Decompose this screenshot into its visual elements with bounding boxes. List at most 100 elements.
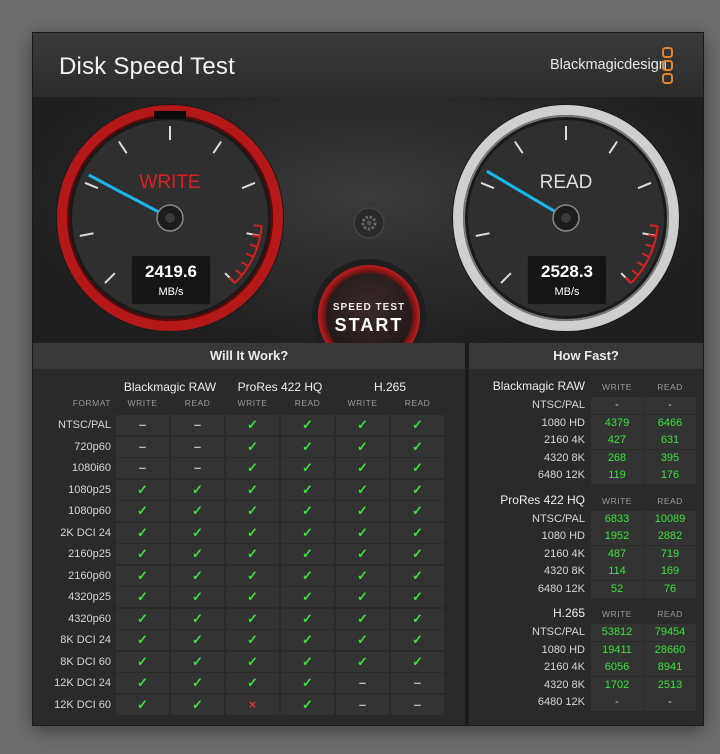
title-bar: Disk Speed Test Blackmagicdesign	[33, 33, 703, 98]
how-fast-read-value: 176	[644, 467, 696, 484]
how-fast-table: Blackmagic RAW WRITE READ NTSC/PAL - -1080 HD…	[469, 369, 703, 725]
check-icon: ✓	[226, 608, 279, 629]
check-icon: ✓	[116, 608, 169, 629]
how-fast-codec-header: H.265	[552, 606, 585, 620]
dash-icon: –	[116, 458, 169, 478]
check-icon: ✓	[281, 436, 334, 457]
codec-header: ProRes 422 HQ	[237, 380, 323, 394]
write-column-header: WRITE	[602, 382, 632, 392]
check-icon: ✓	[171, 501, 224, 521]
read-speed-unit: MB/s	[554, 286, 580, 298]
check-icon: ✓	[116, 587, 169, 607]
start-button-caption: SPEED TEST	[332, 302, 406, 313]
gauge-label: WRITE	[139, 172, 200, 193]
format-label: 1080i60	[71, 462, 111, 474]
how-fast-format-label: 6480 12K	[537, 696, 585, 708]
write-column-header: WRITE	[237, 398, 268, 408]
check-icon: ✓	[336, 436, 389, 457]
how-fast-format-label: 2160 4K	[544, 434, 585, 446]
check-icon: ✓	[281, 608, 334, 629]
read-column-header: READ	[657, 382, 683, 392]
how-fast-read-value: 6466	[644, 414, 696, 432]
how-fast-write-value: 114	[591, 563, 643, 580]
check-icon: ✓	[336, 458, 389, 478]
how-fast-format-label: NTSC/PAL	[532, 399, 585, 411]
how-fast-codec-header: ProRes 422 HQ	[500, 492, 585, 507]
gauge-panel: WRITE 2419.6 MB/s READ 2528.3 MB/s SPEED…	[33, 97, 703, 373]
will-it-work-heading: Will It Work?	[33, 343, 465, 370]
check-icon: ✓	[226, 415, 279, 435]
how-fast-read-value: 10089	[644, 510, 696, 528]
check-icon: ✓	[281, 673, 334, 693]
check-icon: ✓	[391, 479, 444, 500]
read-readout: 2528.3 MB/s	[527, 255, 607, 305]
check-icon: ✓	[281, 544, 334, 564]
format-label: 12K DCI 24	[54, 677, 111, 689]
read-column-header: READ	[404, 398, 431, 408]
check-icon: ✓	[391, 608, 444, 629]
how-fast-read-value: 631	[644, 432, 696, 449]
how-fast-read-value: 169	[644, 563, 696, 580]
format-column-header: FORMAT	[72, 398, 111, 408]
check-icon: ✓	[171, 694, 224, 715]
check-icon: ✓	[336, 587, 389, 607]
how-fast-write-value: 1952	[591, 528, 643, 545]
read-column-header: READ	[294, 398, 321, 408]
will-it-work-table: Blackmagic RAW ProRes 422 HQ H.265 FORMA…	[33, 369, 465, 725]
check-icon: ✓	[116, 694, 169, 715]
check-icon: ✓	[116, 544, 169, 564]
check-icon: ✓	[391, 436, 444, 457]
write-column-header: WRITE	[127, 398, 158, 408]
how-fast-read-value: 79454	[644, 624, 696, 641]
how-fast-write-value: 19411	[591, 641, 643, 659]
check-icon: ✓	[226, 522, 279, 543]
how-fast-read-value: 719	[644, 545, 696, 563]
check-icon: ✓	[226, 479, 279, 500]
format-label: 1080p25	[68, 483, 111, 496]
check-icon: ✓	[171, 673, 224, 693]
how-fast-read-value: 395	[644, 449, 696, 467]
check-icon: ✓	[281, 458, 334, 478]
write-readout: 2419.6 MB/s	[131, 255, 211, 305]
how-fast-format-label: 2160 4K	[544, 547, 585, 560]
how-fast-write-value: 6056	[591, 659, 643, 676]
how-fast-format-label: NTSC/PAL	[532, 626, 585, 638]
check-icon: ✓	[226, 544, 279, 564]
check-icon: ✓	[336, 630, 389, 650]
check-icon: ✓	[391, 501, 444, 521]
codec-header: Blackmagic RAW	[123, 380, 217, 394]
brand-name: Blackmagicdesign	[550, 57, 667, 73]
how-fast-write-value: 268	[591, 449, 643, 467]
gear-icon[interactable]	[353, 207, 385, 239]
how-fast-read-value: 2513	[644, 676, 696, 694]
check-icon: ✓	[171, 479, 224, 500]
write-speed-unit: MB/s	[158, 286, 184, 298]
check-icon: ✓	[391, 630, 444, 650]
format-label: 8K DCI 60	[60, 655, 111, 668]
how-fast-write-value: -	[591, 694, 643, 711]
read-speed-value: 2528.3	[541, 262, 593, 281]
check-icon: ✓	[171, 608, 224, 629]
check-icon: ✓	[281, 694, 334, 715]
gauge-label: READ	[540, 172, 593, 193]
check-icon: ✓	[281, 651, 334, 672]
check-icon: ✓	[116, 522, 169, 543]
read-column-header: READ	[184, 398, 211, 408]
check-icon: ✓	[391, 458, 444, 478]
how-fast-write-value: 53812	[591, 624, 643, 641]
app-window: × Disk Speed Test Blackmagicdesign WRITE…	[32, 32, 704, 726]
format-label: 720p60	[74, 440, 111, 453]
how-fast-write-value: 6833	[591, 510, 643, 528]
how-fast-read-value: 76	[644, 580, 696, 598]
dash-icon: –	[391, 694, 444, 715]
how-fast-format-label: 4320 8K	[544, 678, 585, 691]
how-fast-format-label: 4320 8K	[544, 451, 585, 464]
dash-icon: –	[391, 673, 444, 693]
how-fast-read-value: -	[644, 694, 696, 711]
dash-icon: –	[171, 458, 224, 478]
check-icon: ✓	[116, 501, 169, 521]
how-fast-write-value: 52	[591, 580, 643, 598]
write-column-header: WRITE	[602, 609, 632, 619]
read-column-header: READ	[657, 495, 683, 506]
gauge-top-marker	[154, 111, 186, 119]
